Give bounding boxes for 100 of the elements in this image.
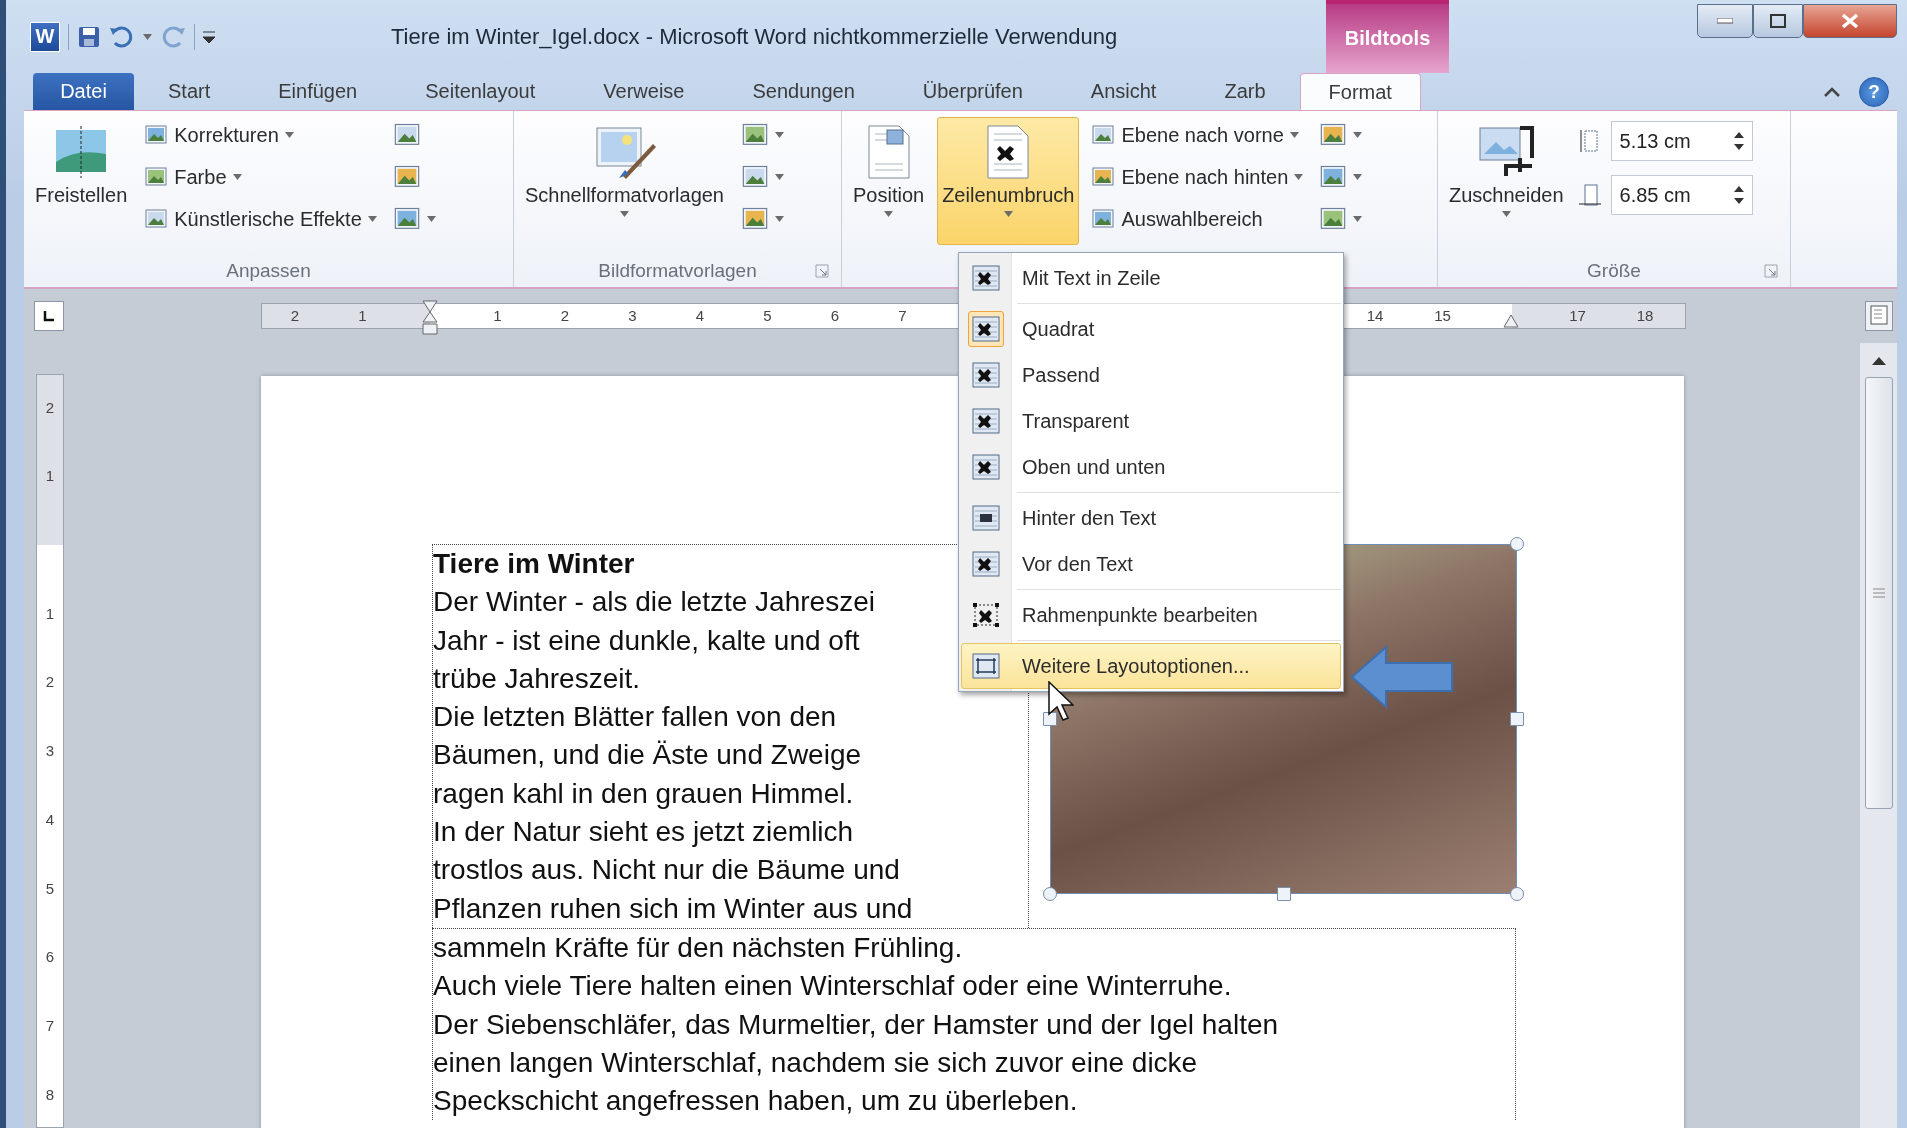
text-wrap-icon <box>972 551 1000 577</box>
grip-icon <box>1872 588 1885 598</box>
ruler-number: 1 <box>45 605 55 622</box>
ribbon-tab[interactable]: Datei <box>33 73 134 110</box>
ribbon-tab[interactable]: Sendungen <box>718 73 889 110</box>
size-field[interactable]: 5.13 cm <box>1610 121 1753 161</box>
menu-item-label: Rahmenpunkte bearbeiten <box>1022 603 1258 627</box>
ribbon-button[interactable]: Freistellen <box>30 117 133 245</box>
indent-marker-icon[interactable] <box>1503 314 1519 328</box>
resize-handle[interactable] <box>1510 537 1524 551</box>
ribbon-tab[interactable]: Format <box>1299 73 1421 110</box>
caret-icon <box>1353 174 1363 180</box>
resize-handle[interactable] <box>1043 712 1057 726</box>
ribbon-button[interactable]: Künstlerische Effekte <box>140 201 381 237</box>
ribbon-button[interactable]: Farbe <box>140 159 381 195</box>
menu-item[interactable]: Quadrat <box>961 306 1341 352</box>
indent-marker-icon[interactable] <box>422 300 438 336</box>
collapse-ribbon-icon[interactable] <box>1823 85 1841 98</box>
ruler-number: 4 <box>695 307 705 325</box>
ruler-number: 15 <box>1434 307 1451 325</box>
save-icon[interactable] <box>77 24 101 49</box>
ruler-number: 1 <box>358 307 367 325</box>
ribbon-tab[interactable]: Einfügen <box>244 73 392 110</box>
maximize-button[interactable] <box>1753 4 1803 38</box>
resize-handle[interactable] <box>1276 887 1291 901</box>
ribbon-tab[interactable]: Seitenlayout <box>391 73 570 110</box>
ribbon-tab[interactable]: Verweise <box>569 73 719 110</box>
menu-item[interactable]: Oben und unten <box>961 444 1341 490</box>
text-line: sammeln Kräfte für den nächsten Frühling. <box>433 930 963 965</box>
width-icon <box>1576 182 1603 208</box>
ribbon-tab[interactable]: Zarb <box>1190 73 1300 110</box>
spin-arrows-icon <box>1733 130 1744 152</box>
text-line: Der Winter - als die letzte Jahreszei <box>433 585 875 620</box>
caret-icon <box>1003 211 1013 217</box>
caret-icon <box>367 216 377 222</box>
caret-icon <box>143 33 152 40</box>
menu-item[interactable]: Transparent <box>961 398 1341 444</box>
app-icon[interactable]: W <box>30 21 60 52</box>
ruler-number: 5 <box>45 880 55 897</box>
text-line: Auch viele Tiere halten einen Winterschlaf oder eine Winterruhe. <box>433 969 1232 1004</box>
ruler-number: 14 <box>1366 307 1384 325</box>
text-line: ragen kahl in den grauen Himmel. <box>433 776 854 811</box>
edit-points-icon <box>972 602 1000 628</box>
group-label: Bildformatvorlagen <box>598 260 757 282</box>
text-line: einen langen Winterschlaf, nachdem sie sich zuvor eine dicke <box>433 1045 1198 1080</box>
ruler-number: 7 <box>45 1017 55 1034</box>
caret-icon <box>1501 211 1511 217</box>
size-field[interactable]: 6.85 cm <box>1610 175 1753 215</box>
close-icon <box>1841 13 1859 29</box>
layout-options-icon <box>972 653 1000 679</box>
text-line: trostlos aus. Nicht nur die Bäume und <box>433 853 900 888</box>
scrollbar-thumb[interactable] <box>1864 377 1893 809</box>
undo-icon[interactable] <box>109 24 135 49</box>
ribbon-button[interactable]: Zeilenumbruch <box>937 117 1080 245</box>
close-button[interactable] <box>1803 4 1897 38</box>
menu-item-label: Quadrat <box>1022 317 1095 341</box>
menu-item[interactable]: Vor den Text <box>961 541 1341 587</box>
menu-item-label: Oben und unten <box>1022 455 1166 479</box>
ruler-number: 6 <box>45 949 55 966</box>
menu-item[interactable]: Weitere Layoutoptionen... <box>961 643 1341 689</box>
ribbon-button[interactable]: Schnellformatvorlagen <box>520 117 729 245</box>
page-picture-icon <box>866 124 911 180</box>
ruler-number: 4 <box>45 811 55 828</box>
minimize-button[interactable] <box>1697 4 1753 38</box>
menu-item-label: Vor den Text <box>1022 552 1133 576</box>
text-line: In der Natur sieht es jetzt ziemlich <box>433 815 854 850</box>
ribbon-tab[interactable]: Überprüfen <box>888 73 1057 110</box>
spin-arrows-icon <box>1733 184 1744 206</box>
view-ruler-button[interactable] <box>1865 301 1893 331</box>
launcher-icon <box>815 264 829 278</box>
ribbon-button[interactable]: Ebene nach vorne <box>1087 117 1308 153</box>
dialog-launcher-button[interactable] <box>1764 264 1778 278</box>
resize-handle[interactable] <box>1043 887 1057 901</box>
resize-handle[interactable] <box>1510 712 1524 726</box>
ribbon-tab[interactable]: Ansicht <box>1056 73 1191 110</box>
text-wrap-icon <box>986 124 1031 180</box>
caret-icon <box>1353 132 1363 138</box>
tab-stop-selector[interactable] <box>34 301 64 331</box>
dialog-launcher-button[interactable] <box>815 264 829 278</box>
menu-item[interactable]: Hinter den Text <box>961 495 1341 541</box>
text-line: Pflanzen ruhen sich im Winter aus und <box>433 891 913 926</box>
customize-menu-icon[interactable] <box>203 29 215 44</box>
ribbon-button[interactable]: Ebene nach hinten <box>1087 159 1308 195</box>
resize-handle[interactable] <box>1510 887 1524 901</box>
menu-item[interactable]: Passend <box>961 352 1341 398</box>
caret-icon <box>775 216 784 222</box>
menu-item-label: Weitere Layoutoptionen... <box>1022 654 1250 678</box>
ruler-number: 2 <box>45 399 55 416</box>
menu-item[interactable]: Mit Text in Zeile <box>961 255 1341 301</box>
ribbon-button[interactable]: Position <box>848 117 930 245</box>
ruler-number: 5 <box>763 307 772 325</box>
menu-item[interactable]: Rahmenpunkte bearbeiten <box>961 592 1341 638</box>
maximize-icon <box>1770 14 1786 28</box>
ribbon-button[interactable]: Auswahlbereich <box>1087 201 1308 237</box>
ribbon-tab[interactable]: Start <box>134 73 245 110</box>
group-label: Größe <box>1587 260 1641 282</box>
ribbon-button[interactable]: Korrekturen <box>140 117 381 153</box>
ruler-number: 3 <box>45 743 55 760</box>
ribbon-button[interactable]: Zuschneiden <box>1444 117 1569 245</box>
context-tab-label: Bildtools <box>1326 0 1449 73</box>
